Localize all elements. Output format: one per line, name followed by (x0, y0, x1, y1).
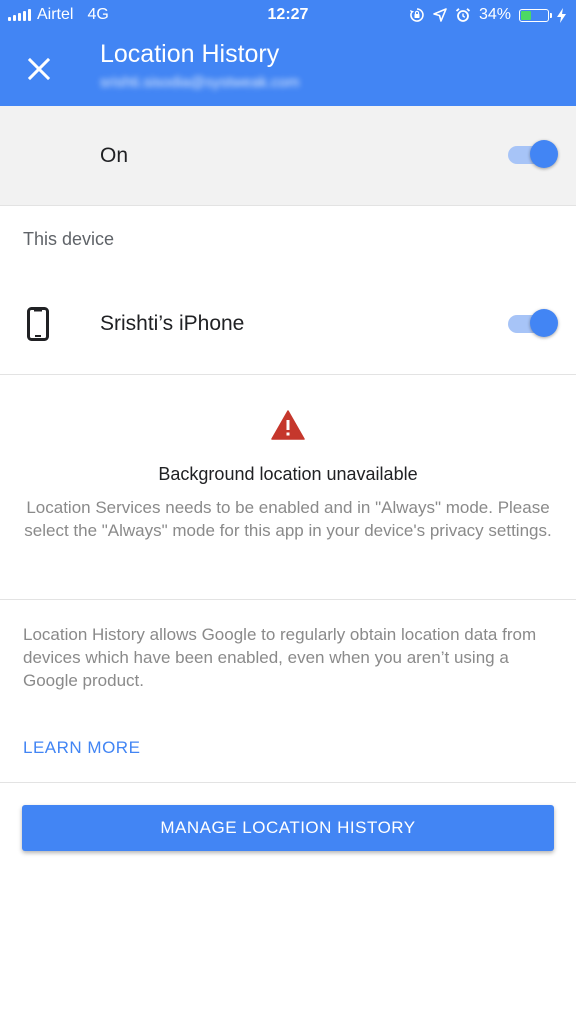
location-history-master-row: On (0, 106, 576, 206)
status-right: 34% (409, 6, 566, 24)
warning-icon (271, 410, 305, 440)
divider (0, 782, 576, 783)
location-arrow-icon (433, 8, 447, 22)
manage-location-history-button[interactable]: MANAGE LOCATION HISTORY (22, 805, 554, 851)
section-header-this-device: This device (23, 229, 115, 249)
orientation-lock-icon (409, 8, 424, 22)
charging-icon (557, 7, 566, 23)
divider (0, 599, 576, 600)
phone-icon (27, 307, 49, 341)
device-row: Srishti’s iPhone (0, 290, 576, 358)
battery-icon (519, 8, 552, 22)
divider (0, 374, 576, 375)
warning-title: Background location unavailable (158, 464, 418, 484)
close-icon (27, 57, 51, 81)
page-title: Location History (100, 40, 280, 68)
warning-message: Location Services needs to be enabled an… (24, 498, 552, 540)
close-button[interactable] (22, 52, 56, 86)
master-toggle-label: On (100, 144, 129, 167)
status-bar: Airtel 4G 12:27 34% (0, 0, 576, 30)
battery-percent: 34% (478, 6, 511, 23)
toggle-thumb (530, 140, 558, 168)
device-location-toggle[interactable] (508, 309, 560, 339)
device-name: Srishti’s iPhone (100, 312, 245, 335)
toggle-thumb (530, 309, 558, 337)
alarm-icon (455, 8, 471, 22)
battery-fill (521, 10, 531, 20)
location-history-description: Location History allows Google to regula… (23, 625, 537, 690)
learn-more-link[interactable]: LEARN MORE (23, 738, 140, 758)
app-bar: Location History srishti.sisodia@systwea… (0, 30, 576, 106)
account-email: srishti.sisodia@systweak.com (100, 74, 300, 91)
location-history-toggle[interactable] (508, 140, 560, 170)
